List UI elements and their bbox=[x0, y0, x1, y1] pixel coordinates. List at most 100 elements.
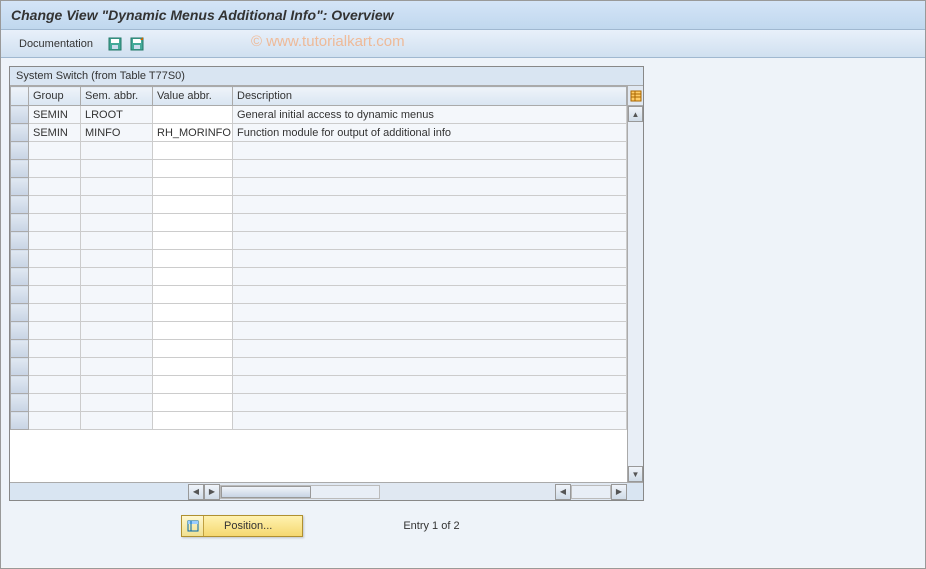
cell-desc[interactable] bbox=[233, 250, 627, 268]
cell-desc[interactable] bbox=[233, 412, 627, 430]
table-row[interactable] bbox=[11, 304, 627, 322]
row-selector[interactable] bbox=[11, 196, 29, 214]
cell-val[interactable] bbox=[153, 412, 233, 430]
cell-sem[interactable] bbox=[81, 358, 153, 376]
cell-group[interactable] bbox=[29, 322, 81, 340]
col-header-desc[interactable]: Description bbox=[233, 87, 627, 106]
cell-desc[interactable] bbox=[233, 178, 627, 196]
hscroll-right-group[interactable]: ◀ ▶ bbox=[555, 483, 627, 500]
row-selector[interactable] bbox=[11, 340, 29, 358]
cell-group[interactable] bbox=[29, 376, 81, 394]
cell-val[interactable] bbox=[153, 358, 233, 376]
cell-val[interactable] bbox=[153, 142, 233, 160]
cell-desc[interactable] bbox=[233, 196, 627, 214]
cell-val[interactable] bbox=[153, 250, 233, 268]
row-selector[interactable] bbox=[11, 358, 29, 376]
table-row[interactable]: SEMINMINFORH_MORINFOFunction module for … bbox=[11, 124, 627, 142]
cell-desc[interactable]: Function module for output of additional… bbox=[233, 124, 627, 142]
cell-sem[interactable] bbox=[81, 322, 153, 340]
scroll-track-h1[interactable] bbox=[220, 485, 380, 499]
table-row[interactable] bbox=[11, 268, 627, 286]
col-header-val[interactable]: Value abbr. bbox=[153, 87, 233, 106]
row-selector[interactable] bbox=[11, 394, 29, 412]
cell-desc[interactable]: General initial access to dynamic menus bbox=[233, 106, 627, 124]
row-selector[interactable] bbox=[11, 412, 29, 430]
cell-sem[interactable] bbox=[81, 394, 153, 412]
scroll-left-icon[interactable]: ◀ bbox=[188, 484, 204, 500]
cell-group[interactable] bbox=[29, 358, 81, 376]
table-row[interactable] bbox=[11, 340, 627, 358]
cell-group[interactable] bbox=[29, 304, 81, 322]
cell-val[interactable] bbox=[153, 394, 233, 412]
scroll-right2-icon[interactable]: ▶ bbox=[611, 484, 627, 500]
row-selector[interactable] bbox=[11, 376, 29, 394]
table-row[interactable] bbox=[11, 142, 627, 160]
cell-desc[interactable] bbox=[233, 322, 627, 340]
table-row[interactable] bbox=[11, 358, 627, 376]
table-row[interactable]: SEMINLROOTGeneral initial access to dyna… bbox=[11, 106, 627, 124]
cell-sem[interactable]: MINFO bbox=[81, 124, 153, 142]
row-selector[interactable] bbox=[11, 250, 29, 268]
cell-group[interactable] bbox=[29, 412, 81, 430]
cell-sem[interactable] bbox=[81, 196, 153, 214]
table-settings-icon[interactable] bbox=[628, 86, 643, 106]
cell-group[interactable] bbox=[29, 178, 81, 196]
cell-group[interactable] bbox=[29, 232, 81, 250]
cell-val[interactable]: RH_MORINFO bbox=[153, 124, 233, 142]
table-row[interactable] bbox=[11, 196, 627, 214]
row-selector[interactable] bbox=[11, 268, 29, 286]
scroll-track-h2[interactable] bbox=[571, 485, 611, 499]
table-row[interactable] bbox=[11, 286, 627, 304]
table-row[interactable] bbox=[11, 322, 627, 340]
cell-desc[interactable] bbox=[233, 160, 627, 178]
cell-val[interactable] bbox=[153, 160, 233, 178]
scroll-down-icon[interactable]: ▼ bbox=[628, 466, 643, 482]
scroll-up-icon[interactable]: ▲ bbox=[628, 106, 643, 122]
table-row[interactable] bbox=[11, 250, 627, 268]
row-selector[interactable] bbox=[11, 286, 29, 304]
cell-desc[interactable] bbox=[233, 232, 627, 250]
scroll-right-icon[interactable]: ▶ bbox=[204, 484, 220, 500]
row-selector[interactable] bbox=[11, 322, 29, 340]
cell-val[interactable] bbox=[153, 178, 233, 196]
cell-sem[interactable] bbox=[81, 214, 153, 232]
cell-desc[interactable] bbox=[233, 358, 627, 376]
scroll-track-vertical[interactable] bbox=[628, 122, 643, 466]
cell-group[interactable]: SEMIN bbox=[29, 124, 81, 142]
cell-desc[interactable] bbox=[233, 340, 627, 358]
cell-group[interactable]: SEMIN bbox=[29, 106, 81, 124]
table-row[interactable] bbox=[11, 160, 627, 178]
row-selector[interactable] bbox=[11, 124, 29, 142]
cell-val[interactable] bbox=[153, 232, 233, 250]
cell-desc[interactable] bbox=[233, 214, 627, 232]
row-selector[interactable] bbox=[11, 304, 29, 322]
cell-val[interactable] bbox=[153, 214, 233, 232]
cell-group[interactable] bbox=[29, 142, 81, 160]
cell-desc[interactable] bbox=[233, 286, 627, 304]
vertical-scrollbar[interactable]: ▲ ▼ bbox=[627, 86, 643, 482]
cell-desc[interactable] bbox=[233, 268, 627, 286]
cell-val[interactable] bbox=[153, 268, 233, 286]
cell-val[interactable] bbox=[153, 106, 233, 124]
cell-desc[interactable] bbox=[233, 394, 627, 412]
cell-val[interactable] bbox=[153, 196, 233, 214]
cell-sem[interactable] bbox=[81, 250, 153, 268]
col-header-group[interactable]: Group bbox=[29, 87, 81, 106]
cell-sem[interactable] bbox=[81, 160, 153, 178]
cell-sem[interactable] bbox=[81, 412, 153, 430]
row-selector[interactable] bbox=[11, 178, 29, 196]
row-selector[interactable] bbox=[11, 142, 29, 160]
cell-sem[interactable] bbox=[81, 340, 153, 358]
table-row[interactable] bbox=[11, 394, 627, 412]
row-selector[interactable] bbox=[11, 106, 29, 124]
cell-sem[interactable] bbox=[81, 142, 153, 160]
cell-sem[interactable] bbox=[81, 286, 153, 304]
row-selector[interactable] bbox=[11, 214, 29, 232]
cell-group[interactable] bbox=[29, 250, 81, 268]
cell-sem[interactable] bbox=[81, 304, 153, 322]
table-row[interactable] bbox=[11, 232, 627, 250]
documentation-button[interactable]: Documentation bbox=[11, 36, 101, 52]
cell-val[interactable] bbox=[153, 304, 233, 322]
hscroll-left-group[interactable]: ◀ ▶ bbox=[188, 483, 380, 500]
cell-desc[interactable] bbox=[233, 376, 627, 394]
